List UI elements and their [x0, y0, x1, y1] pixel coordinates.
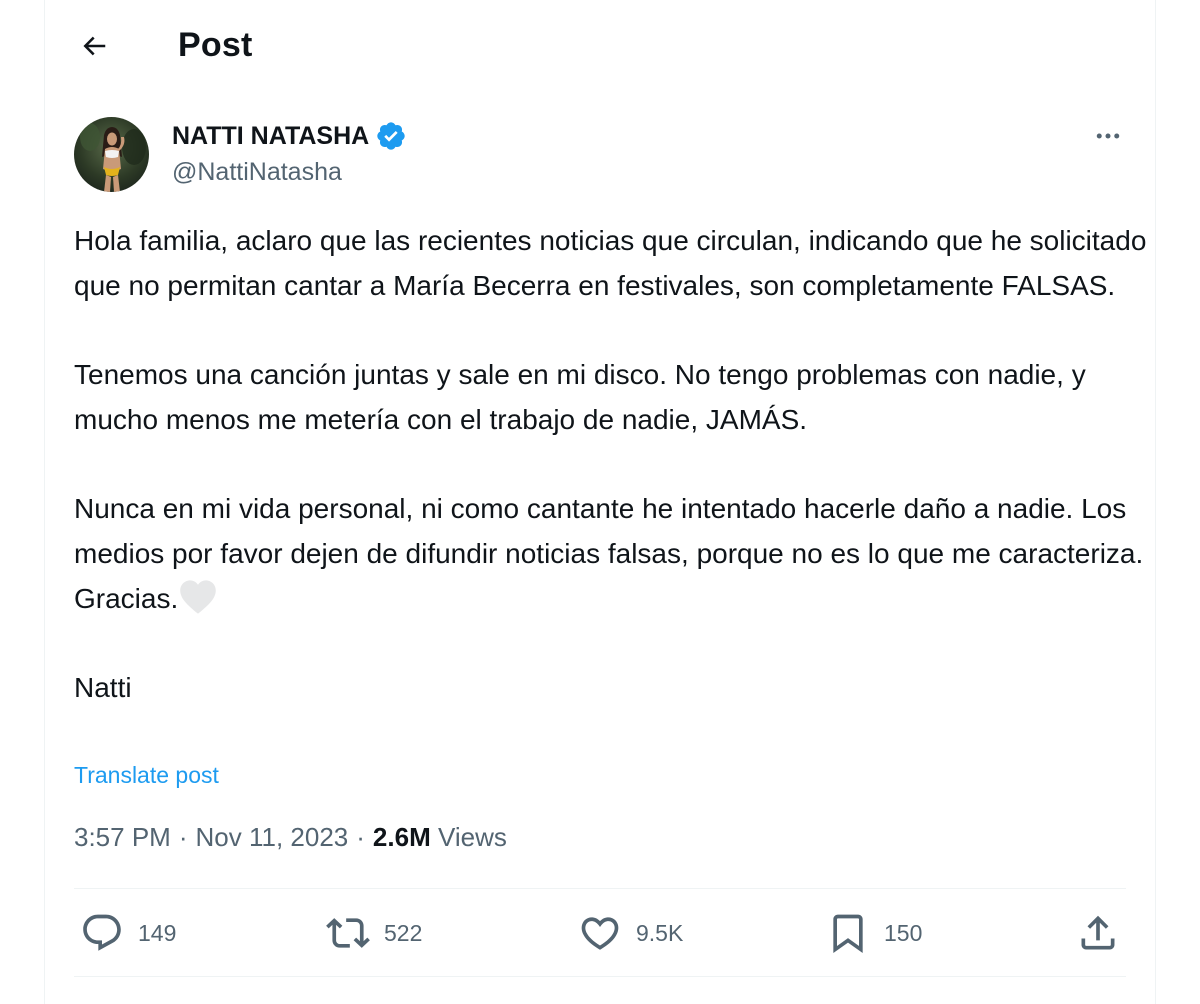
page-title: Post [178, 26, 253, 64]
like-button[interactable]: 9.5K [578, 890, 683, 976]
more-horizontal-icon [1096, 133, 1120, 139]
share-icon [1081, 915, 1115, 950]
meta-separator: · [356, 822, 365, 852]
post-text: Hola familia, aclaro que las recientes n… [74, 218, 1154, 710]
post-time[interactable]: 3:57 PM [74, 822, 171, 853]
repost-button[interactable]: 522 [326, 890, 422, 976]
post-meta: 3:57 PM · Nov 11, 2023 · 2.6M Views [74, 822, 507, 853]
arrow-left-icon [83, 36, 106, 56]
reply-count: 149 [138, 919, 177, 946]
verified-badge-icon [377, 122, 405, 150]
avatar-photo [74, 117, 149, 192]
translate-post-link[interactable]: Translate post [74, 762, 219, 789]
author-handle[interactable]: @NattiNatasha [172, 158, 342, 187]
bookmark-button[interactable]: 150 [826, 890, 922, 976]
back-button[interactable] [70, 22, 118, 70]
divider [74, 888, 1126, 889]
like-count: 9.5K [636, 919, 684, 946]
author-display-name: NATTI NATASHA [172, 121, 370, 150]
white-heart-icon [180, 580, 217, 614]
views-stat: 2.6M Views [373, 822, 507, 853]
meta-separator: · [178, 822, 188, 852]
heart-icon [581, 917, 619, 950]
author-name[interactable]: NATTI NATASHA [172, 120, 407, 152]
post-date[interactable]: Nov 11, 2023 [196, 822, 349, 853]
views-label: Views [437, 822, 507, 852]
repost-count: 522 [384, 919, 423, 946]
post-paragraph: Tenemos una canción juntas y sale en mi … [74, 359, 1086, 435]
bookmark-count: 150 [884, 919, 923, 946]
reply-icon [83, 914, 121, 951]
bookmark-icon [833, 914, 863, 954]
post-paragraph: Nunca en mi vida personal, ni como canta… [74, 493, 1144, 614]
post-paragraph-with-emoji: Nunca en mi vida personal, ni como canta… [74, 486, 1154, 621]
divider [74, 976, 1126, 977]
post-signature: Natti [74, 672, 132, 703]
more-options-button[interactable] [1086, 116, 1130, 156]
avatar[interactable] [74, 117, 149, 192]
repost-icon [326, 918, 370, 948]
share-button[interactable] [1076, 890, 1120, 976]
post-paragraph: Hola familia, aclaro que las recientes n… [74, 225, 1147, 301]
action-bar: 149 522 9.5K 150 [74, 890, 1126, 976]
views-count: 2.6M [372, 822, 431, 852]
reply-button[interactable]: 149 [80, 890, 176, 976]
